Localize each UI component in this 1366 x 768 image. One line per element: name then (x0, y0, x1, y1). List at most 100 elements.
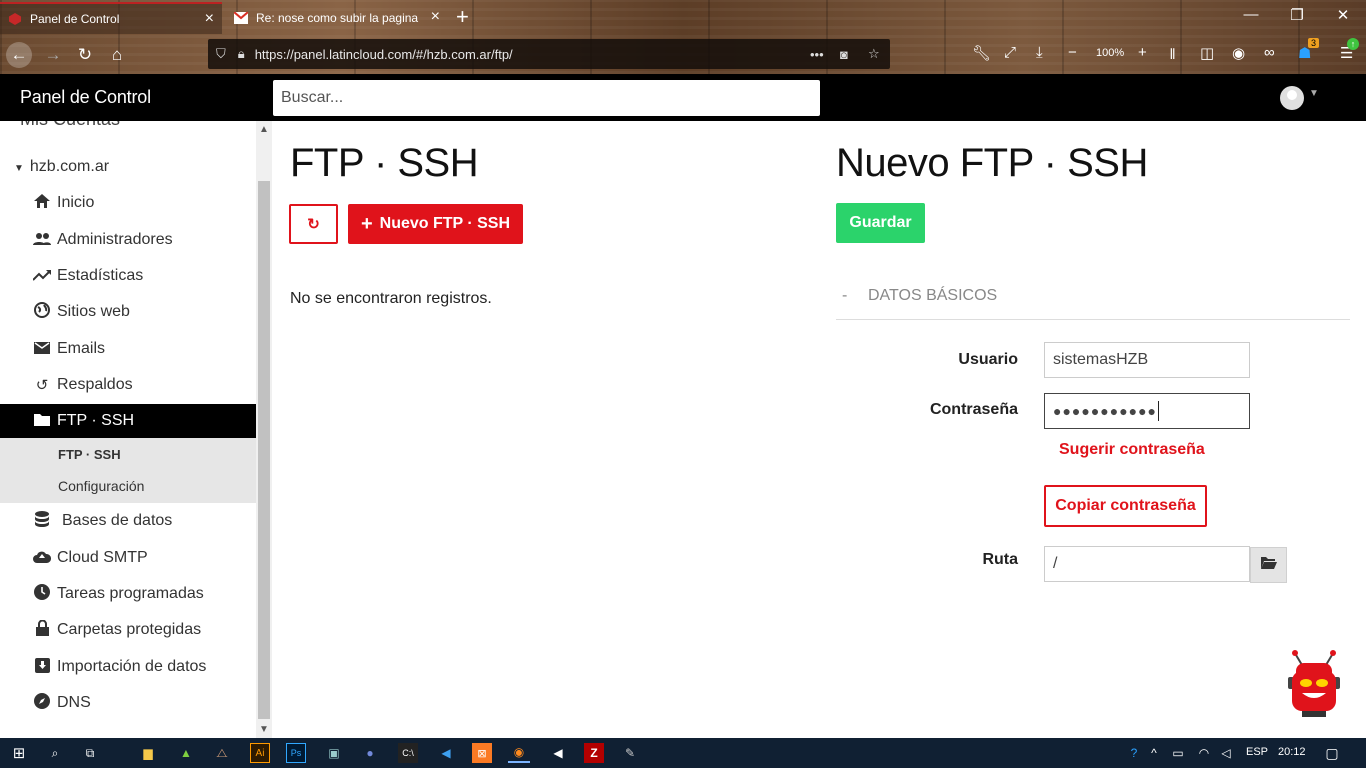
tab-gmail[interactable]: Re: nose como subir la pagina × (226, 2, 448, 34)
save-button[interactable]: Guardar (836, 203, 925, 243)
sidebar-item-tareas-programadas[interactable]: Tareas programadas (0, 576, 256, 612)
tab-panel-de-control[interactable]: Panel de Control × (0, 2, 222, 34)
sidebar-item-inicio[interactable]: Inicio (0, 185, 256, 221)
download-icon[interactable]: ⤓ (1036, 44, 1043, 61)
sidebar-item-administradores[interactable]: Administradores (0, 222, 256, 258)
zoom-level[interactable]: 100% (1096, 47, 1124, 59)
account-icon[interactable]: ◉ (1232, 44, 1245, 62)
sidebar-item-carpetas-protegidas[interactable]: Carpetas protegidas (0, 612, 256, 648)
bookmark-star-icon[interactable]: ☆ (868, 46, 880, 62)
refresh-button[interactable]: ↻ (289, 204, 338, 244)
subnav-item-configuracion[interactable]: Configuración (58, 478, 144, 494)
sidebar-item-importacion[interactable]: Importación de datos (0, 649, 256, 685)
chevron-down-icon[interactable]: ▼ (1309, 88, 1319, 99)
sidebar-item-sitios-web[interactable]: Sitios web (0, 294, 256, 330)
sidebar-item-respaldos[interactable]: ↺ Respaldos (0, 367, 256, 403)
help-icon[interactable]: ? (1124, 743, 1144, 763)
app-header: Panel de Control ▼ (0, 74, 1366, 121)
sidebar-toggle-icon[interactable]: ◫ (1200, 44, 1214, 62)
sidebar-item-label: Sitios web (57, 303, 130, 320)
forward-icon[interactable]: → (40, 42, 66, 68)
url-bar[interactable]: ⛉ 🔒︎ https://panel.latincloud.com/#/hzb.… (208, 39, 890, 69)
notifications-icon[interactable]: ▢ (1322, 743, 1342, 763)
discord-icon[interactable]: ● (360, 743, 380, 763)
back-icon[interactable]: ← (6, 42, 32, 68)
lock-icon[interactable]: 🔒︎ (238, 46, 245, 62)
text-cursor (1158, 401, 1160, 421)
app-icon[interactable]: ⧍ (212, 743, 232, 763)
home-browser-icon[interactable]: ⌂ (104, 42, 130, 68)
volume-icon[interactable]: ◁ (1216, 743, 1236, 763)
usuario-input[interactable]: sistemasHZB (1044, 342, 1250, 378)
private-mask-icon[interactable]: ∞ (1264, 44, 1275, 61)
xampp-icon[interactable]: ⊠ (472, 743, 492, 763)
scroll-up-icon[interactable]: ▲ (256, 124, 272, 135)
sidebar-item-bases-de-datos[interactable]: Bases de datos (0, 503, 256, 539)
lock-icon (31, 619, 53, 640)
copy-password-button[interactable]: Copiar contraseña (1044, 485, 1207, 527)
browse-folder-button[interactable] (1250, 547, 1287, 583)
clock[interactable]: 20:12 (1278, 746, 1306, 758)
fullscreen-icon[interactable]: ⤢ (1004, 44, 1016, 61)
paint-icon[interactable]: ✎ (620, 743, 640, 763)
library-icon[interactable]: 𝍪 (1170, 44, 1175, 69)
sidebar-item-dns[interactable]: DNS (0, 685, 256, 721)
sidebar-item-label: Estadísticas (57, 267, 144, 284)
sidebar-item-label: Importación de datos (57, 658, 207, 675)
chat-bot-button[interactable] (1282, 641, 1350, 723)
file-explorer-icon[interactable]: ▆ (138, 743, 158, 763)
restore-window-icon[interactable]: ❐ (1282, 6, 1312, 24)
update-arrow-icon[interactable]: ↑ (1347, 38, 1359, 50)
app-icon[interactable]: ▣ (324, 743, 344, 763)
filezilla-icon[interactable]: Z (584, 743, 604, 763)
zoom-out-icon[interactable]: − (1068, 44, 1077, 61)
close-tab-icon[interactable]: × (431, 9, 440, 25)
sidebar-item-label: Respaldos (57, 376, 133, 393)
task-view-icon[interactable]: ⧉ (80, 743, 100, 763)
sidebar-scrollbar-thumb[interactable] (258, 181, 270, 719)
url-text[interactable]: https://panel.latincloud.com/#/hzb.com.a… (255, 47, 513, 62)
form-title: Nuevo FTP · SSH (836, 141, 1148, 185)
windows-start-icon[interactable]: ⊞ (9, 743, 29, 763)
app-icon[interactable]: ▲ (176, 743, 196, 763)
close-tab-icon[interactable]: × (205, 11, 214, 27)
app-title[interactable]: Panel de Control (20, 87, 151, 108)
sidebar-item-ftp-ssh[interactable]: FTP · SSH (0, 404, 256, 438)
tray-chevron-icon[interactable]: ^ (1144, 743, 1164, 763)
reload-icon[interactable]: ↻ (72, 42, 98, 68)
wifi-icon[interactable]: ◠ (1194, 743, 1214, 763)
terminal-icon[interactable]: C:\ (398, 743, 418, 763)
domain-toggle[interactable]: ▼ hzb.com.ar (14, 158, 109, 176)
suggest-password-link[interactable]: Sugerir contraseña (1059, 441, 1205, 459)
photoshop-icon[interactable]: Ps (286, 743, 306, 763)
password-label: Contraseña (929, 401, 1018, 418)
sidebar-item-estadisticas[interactable]: Estadísticas (0, 258, 256, 294)
shield-icon[interactable]: ⛉ (216, 46, 226, 62)
illustrator-icon[interactable]: Ai (250, 743, 270, 763)
language-indicator[interactable]: ESP (1246, 746, 1268, 758)
search-input[interactable] (273, 80, 820, 116)
vscode-icon[interactable]: ◀ (436, 743, 456, 763)
page-actions-icon[interactable]: ••• (810, 47, 824, 62)
sidebar-item-emails[interactable]: Emails (0, 331, 256, 367)
password-input[interactable]: ●●●●●●●●●●● (1044, 393, 1250, 429)
zoom-in-icon[interactable]: + (1138, 44, 1147, 61)
minimize-icon[interactable]: — (1236, 6, 1266, 23)
ruta-input[interactable]: / (1044, 546, 1250, 582)
new-tab-button[interactable]: + (456, 4, 469, 30)
battery-icon[interactable]: ▭ (1168, 743, 1188, 763)
close-window-icon[interactable]: ✕ (1328, 6, 1358, 24)
new-ftp-button[interactable]: + Nuevo FTP · SSH (348, 204, 523, 244)
firefox-icon[interactable]: ◉ (508, 743, 530, 763)
wrench-icon[interactable]: 🔧︎ (972, 44, 991, 62)
collapse-toggle[interactable]: - (842, 287, 847, 305)
sidebar-item-cloud-smtp[interactable]: Cloud SMTP (0, 540, 256, 576)
scroll-down-icon[interactable]: ▼ (256, 724, 272, 735)
avatar[interactable] (1280, 86, 1304, 110)
search-icon[interactable]: ⌕ (45, 743, 65, 763)
media-icon[interactable]: ◀ (548, 743, 568, 763)
section-header[interactable]: - DATOS BÁSICOS (836, 287, 1350, 320)
home-icon (31, 194, 53, 212)
subnav-item-ftp-ssh[interactable]: FTP · SSH (58, 447, 121, 462)
pocket-icon[interactable]: ◙ (840, 47, 848, 62)
